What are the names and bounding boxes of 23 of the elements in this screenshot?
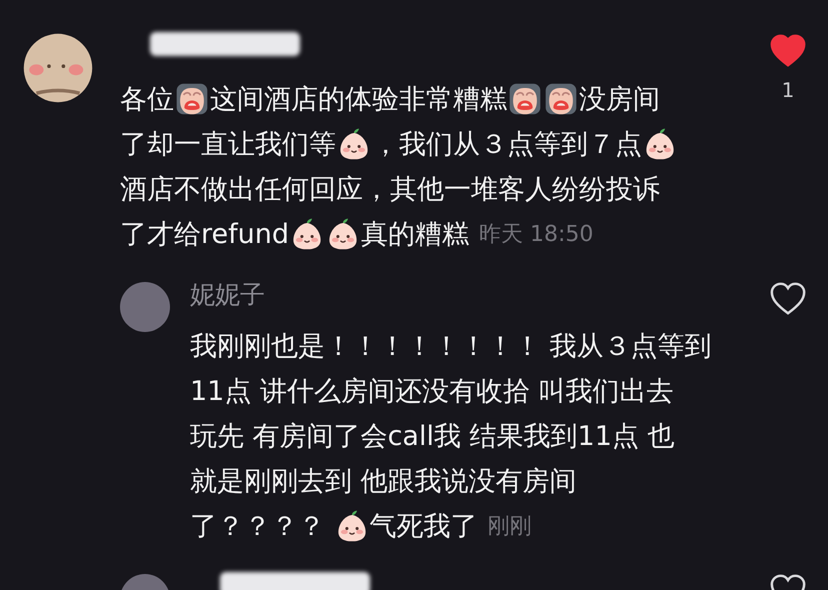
comment-text: 玩先 有房间了会call我 结果我到11点 也	[190, 420, 674, 454]
comment-text: 了？？？？	[190, 510, 326, 544]
comment-text: 气死我了	[370, 510, 478, 544]
user-name[interactable]: 妮妮子	[190, 280, 748, 310]
like-count: 1	[782, 78, 794, 102]
comment-text: 了却一直让我们等	[120, 128, 336, 162]
comment-text: 11点 讲什么房间还没有收拾 叫我们出去	[190, 374, 674, 408]
comment-text: ，我们从３点等到７点	[372, 128, 642, 162]
comment-text: 这间酒店的体验非常糟糕	[210, 82, 507, 116]
comment-text: 酒店不做出任何回应，其他一堆客人纷纷投诉	[120, 172, 660, 206]
crying-face-icon	[544, 82, 578, 116]
avatar-icon[interactable]	[22, 32, 94, 104]
comment-text: 真的糟糕	[361, 218, 469, 252]
avatar-photo-placeholder[interactable]	[120, 282, 170, 332]
comment-text: 就是刚刚去到 他跟我说没有房间	[190, 464, 577, 498]
comment-time: 刚刚	[488, 512, 532, 540]
crying-face-icon	[175, 82, 209, 116]
comment-text: 了才给refund	[120, 218, 289, 252]
comment-time: 昨天 18:50	[479, 220, 594, 248]
comment-text: 没房间	[579, 82, 660, 116]
comment-text: 我刚刚也是！！！！！！！！ 我从３点等到	[190, 330, 712, 364]
crying-face-icon	[508, 82, 542, 116]
comment-text: 各位	[120, 82, 174, 116]
